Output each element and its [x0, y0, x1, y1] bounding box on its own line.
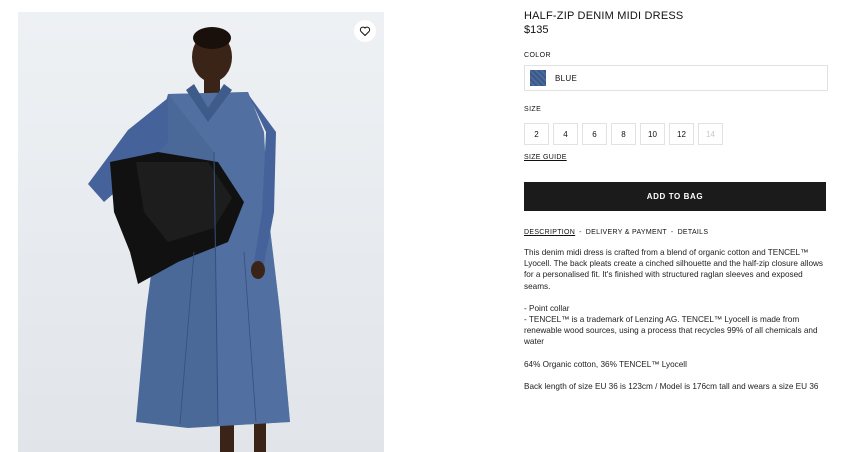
add-to-bag-button[interactable]: ADD TO BAG [524, 182, 826, 211]
product-title: HALF-ZIP DENIM MIDI DRESS [524, 10, 684, 22]
size-option-6[interactable]: 6 [582, 123, 607, 145]
size-option-2[interactable]: 2 [524, 123, 549, 145]
product-price: $135 [524, 24, 549, 36]
size-option-4[interactable]: 4 [553, 123, 578, 145]
product-details: HALF-ZIP DENIM MIDI DRESS $135 COLOR BLU… [524, 10, 828, 391]
composition-text: 64% Organic cotton, 36% TENCEL™ Lyocell [524, 359, 687, 369]
size-guide-link[interactable]: SIZE GUIDE [524, 154, 567, 161]
tab-separator: - [670, 229, 674, 236]
tab-details[interactable]: DETAILS [678, 229, 709, 236]
tab-separator: - [579, 229, 582, 236]
wishlist-button[interactable] [354, 20, 376, 42]
size-option-10[interactable]: 10 [640, 123, 665, 145]
size-options: 2 4 6 8 10 12 14 [524, 123, 723, 145]
size-option-12[interactable]: 12 [669, 123, 694, 145]
tab-description[interactable]: DESCRIPTION [524, 229, 575, 236]
feature-point-collar: - Point collar [524, 303, 570, 313]
heart-icon [359, 26, 371, 37]
feature-tencel: - TENCEL™ is a trademark of Lenzing AG. … [524, 315, 818, 347]
model-photo [88, 27, 290, 452]
info-tabs: DESCRIPTION - DELIVERY & PAYMENT - DETAI… [524, 229, 708, 236]
description-text: This denim midi dress is crafted from a … [524, 248, 824, 291]
color-swatch [530, 70, 546, 86]
tab-delivery-payment[interactable]: DELIVERY & PAYMENT [586, 229, 667, 236]
description-panel: This denim midi dress is crafted from a … [524, 247, 828, 403]
size-label: SIZE [524, 106, 542, 113]
color-selector[interactable]: BLUE [524, 65, 828, 91]
size-option-8[interactable]: 8 [611, 123, 636, 145]
color-label: COLOR [524, 52, 551, 59]
fit-text: Back length of size EU 36 is 123cm / Mod… [524, 381, 819, 391]
size-option-14[interactable]: 14 [698, 123, 723, 145]
selected-color: BLUE [555, 73, 578, 83]
product-image[interactable] [18, 12, 384, 452]
